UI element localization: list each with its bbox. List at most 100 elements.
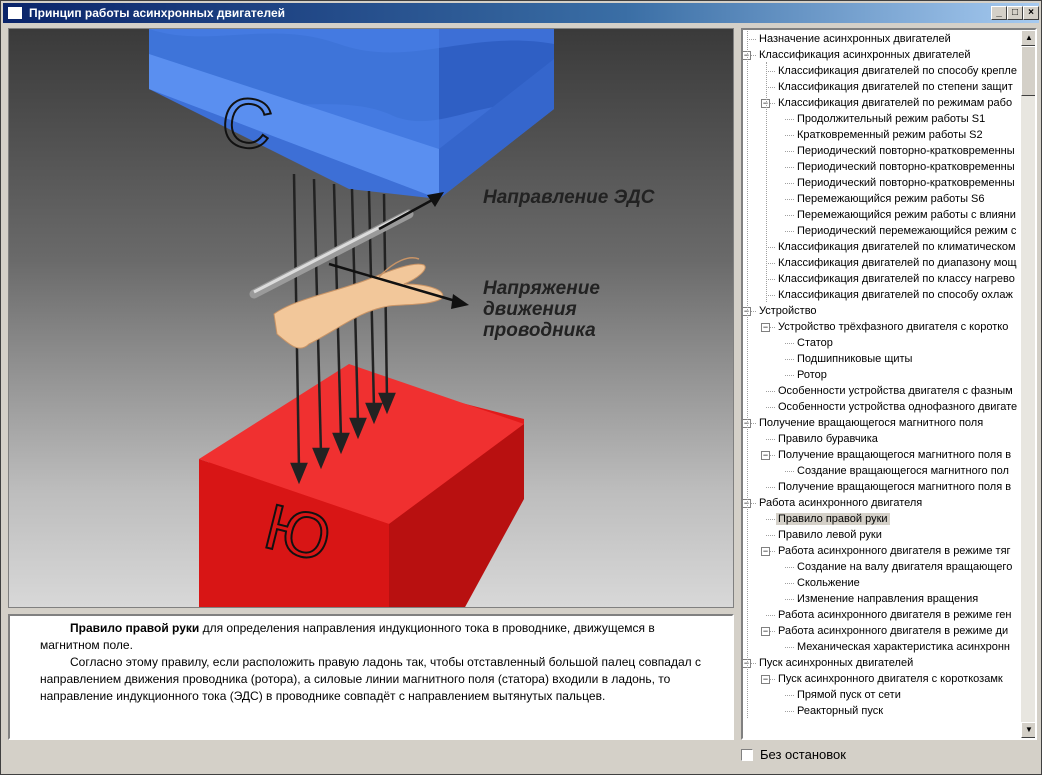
rule-explanation: Согласно этому правилу, если расположить… [40,655,701,703]
tree-item[interactable]: Правило буравчика [776,431,880,447]
tree-item[interactable]: Подшипниковые щиты [795,351,914,367]
maximize-button[interactable]: □ [1007,6,1023,20]
minimize-button[interactable]: _ [991,6,1007,20]
tree-item[interactable]: Правило правой руки [776,511,890,527]
tree-item-label: Классификация двигателей по климатическо… [778,241,1016,253]
description-panel[interactable]: Правило правой руки для определения напр… [8,614,734,740]
scroll-down-button[interactable]: ▼ [1021,722,1035,738]
tree-item[interactable]: Пуск асинхронного двигателя с короткозам… [776,671,1005,687]
tree-item-label: Перемежающийся режим работы S6 [797,193,985,205]
tree-item[interactable]: Особенности устройства однофазного двига… [776,399,1019,415]
tree-item[interactable]: Устройство трёхфазного двигателя с корот… [776,319,1010,335]
tree-connector [766,263,775,264]
tree-connector [785,199,794,200]
tree-item[interactable]: Продолжительный режим работы S1 [795,111,987,127]
tree-item[interactable]: Работа асинхронного двигателя в режиме т… [776,543,1013,559]
tree-item[interactable]: Ротор [795,367,829,383]
north-letter: С [216,81,277,165]
tree-connector [766,247,775,248]
right-hand-rule-illustration: С Ю [149,29,554,607]
tree-expander[interactable]: − [761,323,770,332]
tree-expander[interactable]: − [761,547,770,556]
tree-item[interactable]: Назначение асинхронных двигателей [757,31,953,47]
tree-item-label: Перемежающийся режим работы с влияни [797,209,1016,221]
tree-item[interactable]: Перемежающийся режим работы S6 [795,191,987,207]
tree-item[interactable]: Изменение направления вращения [795,591,980,607]
tree-item[interactable]: Работа асинхронного двигателя в режиме г… [776,607,1014,623]
tree-item[interactable]: Пуск асинхронных двигателей [757,655,915,671]
no-stops-label: Без остановок [760,747,846,762]
emf-direction-label: Направление ЭДС [483,187,655,208]
tree-connector [766,295,775,296]
tree-item[interactable]: Работа асинхронного двигателя [757,495,924,511]
tree-item-label: Устройство трёхфазного двигателя с корот… [778,321,1009,333]
tree-item[interactable]: Классификация двигателей по степени защи… [776,79,1015,95]
app-window: Принцип работы асинхронных двигателей _ … [0,0,1042,775]
tree-connector [785,151,794,152]
tree-item-label: Создание на валу двигателя вращающего [797,561,1013,573]
tree-item-label: Классификация асинхронных двигателей [759,49,971,61]
tree-connector [785,375,794,376]
tree-item[interactable]: Периодический повторно-кратковременны [795,143,1017,159]
tree-connector [785,231,794,232]
tree-connector [785,599,794,600]
tree-item[interactable]: Механическая характеристика асинхронн [795,639,1012,655]
no-stops-checkbox[interactable] [741,749,753,761]
tree-connector [785,567,794,568]
tree-item[interactable]: Классификация двигателей по способу охла… [776,287,1015,303]
scroll-up-button[interactable]: ▲ [1021,30,1035,46]
tree-item[interactable]: Получение вращающегося магнитного поля в [776,447,1013,463]
tree-item-label: Правило буравчика [778,433,878,445]
tree-item-label: Кратковременный режим работы S2 [797,129,983,141]
tree-item-label: Периодический повторно-кратковременны [797,177,1015,189]
tree-item[interactable]: Статор [795,335,835,351]
tree-item[interactable]: Правило левой руки [776,527,884,543]
scroll-thumb[interactable] [1021,46,1035,96]
tree-item-label: Пуск асинхронного двигателя с короткозам… [778,673,1003,685]
tree-item[interactable]: Реакторный пуск [795,703,885,719]
tree-connector [766,615,775,616]
tree-connector [766,535,775,536]
tree-item-label: Работа асинхронного двигателя [759,497,923,509]
tree-item[interactable]: Классификация двигателей по климатическо… [776,239,1018,255]
motion-label-line3: проводника [483,320,596,341]
tree-item[interactable]: Классификация асинхронных двигателей [757,47,973,63]
tree-item[interactable]: Классификация двигателей по способу креп… [776,63,1019,79]
tree-guide [747,31,748,718]
tree-item[interactable]: Особенности устройства двигателя с фазны… [776,383,1015,399]
tree-connector [747,39,756,40]
tree-item[interactable]: Создание на валу двигателя вращающего [795,559,1014,575]
tree-item[interactable]: Устройство [757,303,819,319]
tree-item-label: Ротор [797,369,827,381]
tree-expander[interactable]: − [761,675,770,684]
tree-item-label: Прямой пуск от сети [797,689,901,701]
tree-item-label: Классификация двигателей по режимам рабо [778,97,1013,109]
tree-item[interactable]: Получение вращающегося магнитного поля в [776,479,1013,495]
tree-item[interactable]: Периодический перемежающийся режим с [795,223,1018,239]
tree-item[interactable]: Создание вращающегося магнитного пол [795,463,1011,479]
tree-item[interactable]: Работа асинхронного двигателя в режиме д… [776,623,1010,639]
tree-item[interactable]: Классификация двигателей по режимам рабо [776,95,1014,111]
tree-scrollbar[interactable]: ▲ ▼ [1021,30,1035,738]
tree-item[interactable]: Перемежающийся режим работы с влияни [795,207,1018,223]
tree-item[interactable]: Периодический повторно-кратковременны [795,159,1017,175]
tree-item[interactable]: Классификация двигателей по классу нагре… [776,271,1017,287]
tree-item[interactable]: Прямой пуск от сети [795,687,903,703]
tree-connector [785,711,794,712]
topics-tree[interactable]: Назначение асинхронных двигателей − Класси… [741,28,1037,740]
tree-item-label: Работа асинхронного двигателя в режиме г… [778,609,1012,621]
tree-item[interactable]: Скольжение [795,575,862,591]
tree-item-label: Периодический перемежающийся режим с [797,225,1017,237]
north-pole-block: С [149,29,554,199]
tree-expander[interactable]: − [761,451,770,460]
title-bar[interactable]: Принцип работы асинхронных двигателей _ … [3,3,1039,23]
tree-item-label: Создание вращающегося магнитного пол [797,465,1009,477]
tree-item[interactable]: Получение вращающегося магнитного поля [757,415,985,431]
tree-item[interactable]: Кратковременный режим работы S2 [795,127,985,143]
tree-item[interactable]: Периодический повторно-кратковременны [795,175,1017,191]
tree-expander[interactable]: − [761,627,770,636]
tree-item[interactable]: Классификация двигателей по диапазону мо… [776,255,1019,271]
close-button[interactable]: × [1023,6,1039,20]
tree-item-label: Реакторный пуск [797,705,884,717]
tree-connector [766,439,775,440]
